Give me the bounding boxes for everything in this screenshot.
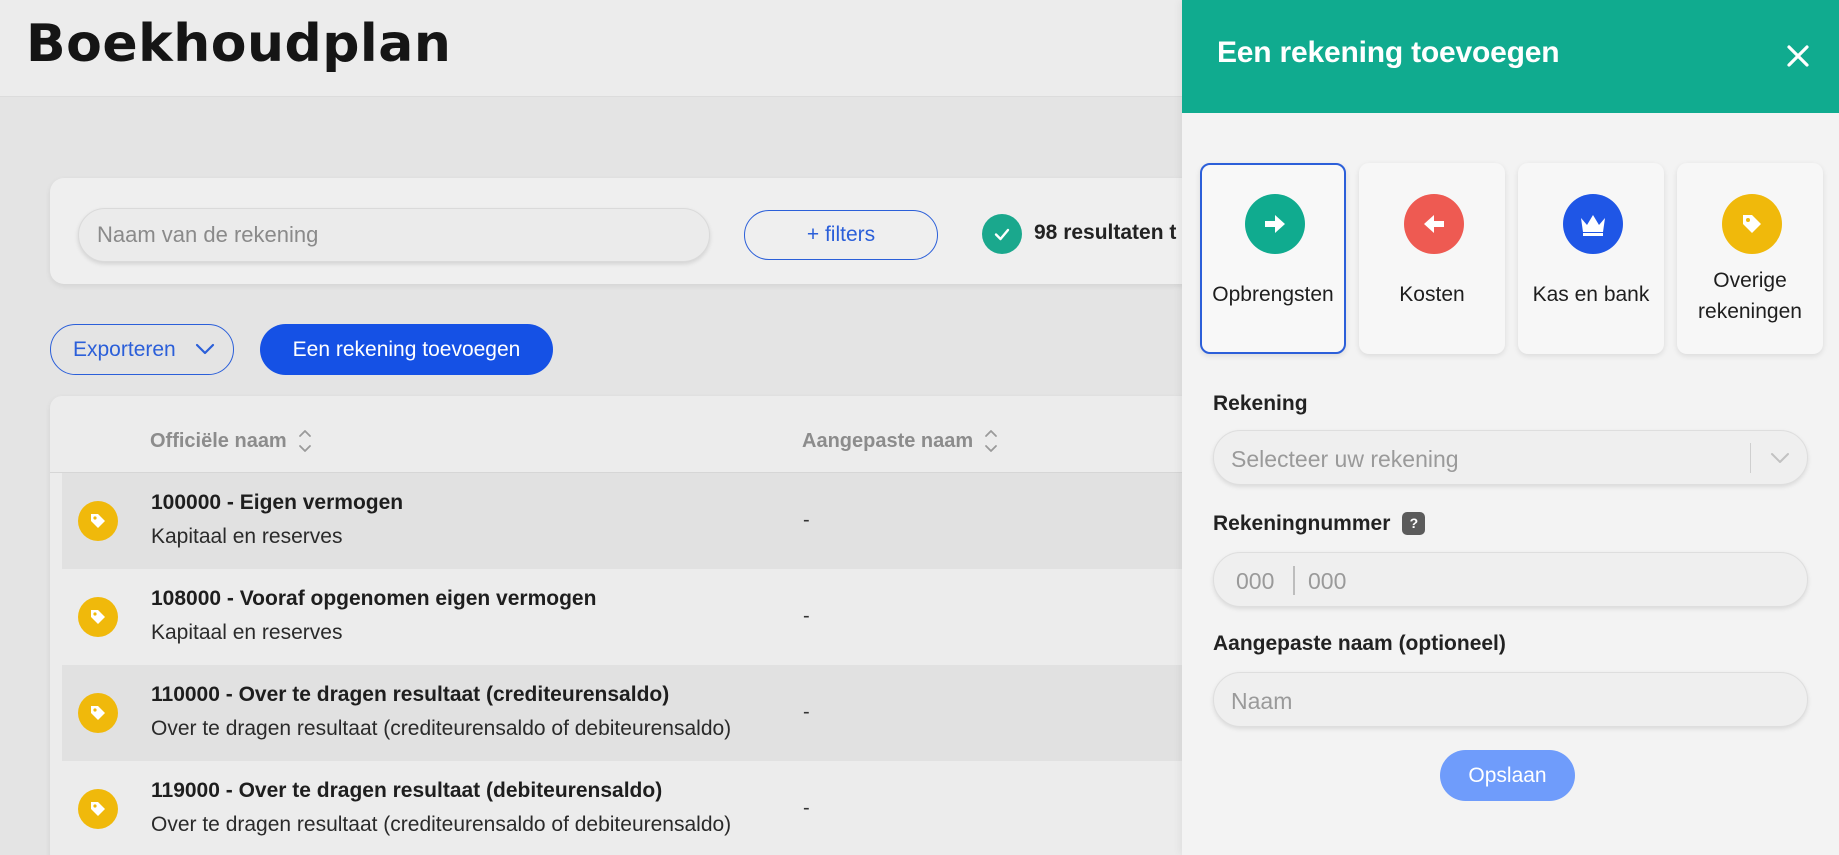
account-number-part1[interactable]: 000	[1236, 568, 1274, 595]
crown-icon	[1563, 194, 1623, 254]
search-input[interactable]	[78, 208, 710, 262]
export-button[interactable]: Exporteren	[50, 324, 234, 375]
account-category: Over te dragen resultaat (crediteurensal…	[151, 717, 732, 740]
arrow-left-icon	[1404, 194, 1464, 254]
sort-icon	[985, 430, 998, 452]
account-title: 100000 - Eigen vermogen	[151, 491, 404, 514]
table-row[interactable]: 119000 - Over te dragen resultaat (debit…	[62, 761, 1290, 855]
type-card-cash-and-bank[interactable]: Kas en bank	[1518, 163, 1664, 354]
tag-icon	[78, 789, 118, 829]
close-button[interactable]	[1778, 36, 1818, 76]
type-card-revenue[interactable]: Opbrengsten	[1200, 163, 1346, 354]
close-icon	[1787, 45, 1809, 67]
account-number-label: Rekeningnummer?	[1213, 512, 1426, 536]
account-number-separator	[1293, 566, 1295, 595]
account-select-placeholder: Selecteer uw rekening	[1231, 446, 1459, 472]
type-label: Opbrengsten	[1212, 283, 1334, 306]
account-title: 108000 - Vooraf opgenomen eigen vermogen	[151, 587, 597, 610]
custom-name-field[interactable]: Naam	[1213, 672, 1808, 727]
account-field-label: Rekening	[1213, 392, 1308, 415]
custom-name-placeholder: Naam	[1231, 688, 1293, 714]
filters-button[interactable]: + filters	[744, 210, 938, 260]
account-custom-name: -	[803, 797, 810, 819]
tag-icon	[78, 501, 118, 541]
table-row[interactable]: 110000 - Over te dragen resultaat (credi…	[62, 665, 1290, 761]
table-row[interactable]: 108000 - Vooraf opgenomen eigen vermogen…	[62, 569, 1290, 665]
save-button[interactable]: Opslaan	[1440, 750, 1575, 801]
type-card-other-accounts[interactable]: Overige rekeningen	[1677, 163, 1823, 354]
page-title: Boekhoudplan	[26, 14, 452, 74]
select-separator	[1750, 443, 1751, 473]
account-number-field[interactable]: 000 000	[1213, 552, 1808, 607]
account-custom-name: -	[803, 701, 810, 723]
chevron-down-icon	[1771, 453, 1789, 463]
results-count: 98 resultaten t	[1034, 221, 1177, 244]
tag-icon	[1722, 194, 1782, 254]
help-icon[interactable]: ?	[1402, 512, 1426, 535]
check-icon	[982, 214, 1022, 254]
search-card: + filters 98 resultaten t	[50, 178, 1290, 284]
drawer-header: Een rekening toevoegen	[1182, 0, 1839, 113]
column-header-official-name[interactable]: Officiële naam	[150, 426, 313, 456]
table-row[interactable]: 100000 - Eigen vermogen Kapitaal en rese…	[62, 473, 1290, 569]
accounts-table: Officiële naam Aangepaste naam 100000 - …	[50, 396, 1290, 855]
type-label: Kas en bank	[1532, 283, 1650, 306]
account-category: Kapitaal en reserves	[151, 525, 343, 548]
account-category: Over te dragen resultaat (crediteurensal…	[151, 813, 732, 836]
column-header-label: Aangepaste naam	[802, 429, 974, 452]
account-title: 110000 - Over te dragen resultaat (credi…	[151, 683, 670, 706]
account-custom-name: -	[803, 509, 810, 531]
sort-icon	[298, 430, 311, 452]
type-label: Kosten	[1399, 283, 1465, 306]
account-category: Kapitaal en reserves	[151, 621, 343, 644]
add-account-button[interactable]: Een rekening toevoegen	[260, 324, 553, 375]
type-label: Overige rekeningen	[1698, 269, 1802, 323]
arrow-right-icon	[1245, 194, 1305, 254]
add-account-drawer: Een rekening toevoegen Opbrengsten Koste…	[1182, 0, 1839, 855]
account-select[interactable]: Selecteer uw rekening	[1213, 430, 1808, 485]
custom-name-label: Aangepaste naam (optioneel)	[1213, 632, 1506, 655]
export-label: Exporteren	[73, 337, 176, 361]
tag-icon	[78, 693, 118, 733]
account-custom-name: -	[803, 605, 810, 627]
type-card-costs[interactable]: Kosten	[1359, 163, 1505, 354]
tag-icon	[78, 597, 118, 637]
drawer-title: Een rekening toevoegen	[1217, 36, 1560, 69]
account-title: 119000 - Over te dragen resultaat (debit…	[151, 779, 663, 802]
chevron-down-icon	[195, 343, 215, 355]
account-number-part2[interactable]: 000	[1308, 568, 1346, 595]
column-header-custom-name[interactable]: Aangepaste naam	[802, 426, 999, 456]
column-header-label: Officiële naam	[150, 429, 287, 452]
